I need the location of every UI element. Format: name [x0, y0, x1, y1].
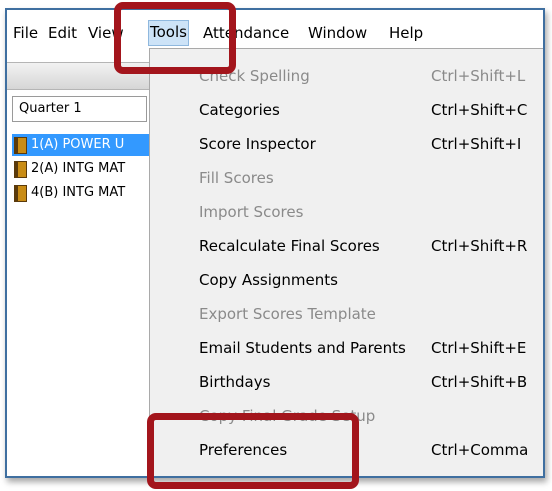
- app-window: File Edit View Tools Attendance Window H…: [5, 8, 545, 478]
- menu-item-shortcut: Ctrl+Shift+L: [431, 67, 526, 85]
- term-dropdown[interactable]: Quarter 1: [12, 96, 147, 122]
- menu-item-label: Recalculate Final Scores: [199, 237, 380, 255]
- menu-item-copy-assignments[interactable]: Copy Assignments: [150, 263, 543, 297]
- menu-item-label: Export Scores Template: [199, 305, 376, 323]
- class-label: 2(A) INTG MAT: [31, 161, 126, 176]
- class-item[interactable]: 1(A) POWER U: [12, 134, 149, 156]
- menu-item-fill-scores[interactable]: Fill Scores: [150, 161, 543, 195]
- menu-item-label: Fill Scores: [199, 169, 274, 187]
- menu-help[interactable]: Help: [388, 21, 424, 45]
- class-label: 4(B) INTG MAT: [31, 185, 126, 200]
- menu-file[interactable]: File: [12, 21, 39, 45]
- preferences-highlight: [147, 413, 359, 489]
- menu-edit[interactable]: Edit: [47, 21, 78, 45]
- menu-item-shortcut: Ctrl+Shift+E: [431, 339, 527, 357]
- menu-item-recalculate-final-scores[interactable]: Recalculate Final Scores Ctrl+Shift+R: [150, 229, 543, 263]
- menu-item-label: Birthdays: [199, 373, 271, 391]
- menu-item-shortcut: Ctrl+Shift+R: [431, 237, 528, 255]
- menu-item-shortcut: Ctrl+Comma: [431, 441, 529, 459]
- menu-item-import-scores[interactable]: Import Scores: [150, 195, 543, 229]
- menu-item-score-inspector[interactable]: Score Inspector Ctrl+Shift+I: [150, 127, 543, 161]
- class-item[interactable]: 4(B) INTG MAT: [12, 182, 149, 204]
- menu-item-shortcut: Ctrl+Shift+I: [431, 135, 522, 153]
- menu-item-label: Copy Assignments: [199, 271, 338, 289]
- menu-item-shortcut: Ctrl+Shift+B: [431, 373, 528, 391]
- tools-menu-highlight: [114, 2, 236, 74]
- menu-bar: File Edit View Tools Attendance Window H…: [7, 10, 543, 48]
- menu-item-export-scores-template[interactable]: Export Scores Template: [150, 297, 543, 331]
- menu-item-label: Categories: [199, 101, 280, 119]
- class-book-icon: [14, 184, 27, 202]
- menu-item-label: Import Scores: [199, 203, 304, 221]
- menu-item-label: Email Students and Parents: [199, 339, 406, 357]
- menu-window[interactable]: Window: [307, 21, 368, 45]
- class-sidebar: Quarter 1 1(A) POWER U 2(A) INTG MAT 4(B…: [7, 48, 150, 476]
- menu-item-categories[interactable]: Categories Ctrl+Shift+C: [150, 93, 543, 127]
- menu-item-label: Score Inspector: [199, 135, 316, 153]
- class-book-icon: [14, 160, 27, 178]
- menu-item-birthdays[interactable]: Birthdays Ctrl+Shift+B: [150, 365, 543, 399]
- menu-item-email-students-and-parents[interactable]: Email Students and Parents Ctrl+Shift+E: [150, 331, 543, 365]
- menu-item-shortcut: Ctrl+Shift+C: [431, 101, 528, 119]
- class-item[interactable]: 2(A) INTG MAT: [12, 158, 149, 180]
- class-book-icon: [14, 136, 27, 154]
- class-label: 1(A) POWER U: [31, 137, 125, 152]
